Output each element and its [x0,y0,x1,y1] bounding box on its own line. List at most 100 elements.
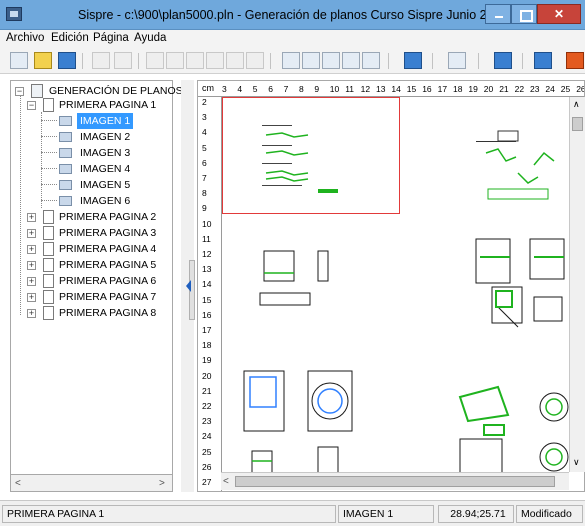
calendar-icon[interactable] [448,52,466,69]
image-icon [59,164,72,174]
tree-image-label: IMAGEN 1 [77,113,134,129]
menu-edicion[interactable]: Edición [51,32,89,44]
tree-panel[interactable]: − GENERACIÓN DE PLANOS − PRIMERA PAGINA … [10,80,183,492]
tree-image-label: IMAGEN 5 [80,179,131,191]
collapse-icon[interactable]: − [15,87,24,96]
drawing-canvas[interactable]: cm 3 4 5 6 7 8 9 10 11 12 13 14 15 16 17 18 19 20 21 22 23 24… [197,80,585,492]
export-icon[interactable] [342,52,360,69]
expand-icon[interactable]: + [27,293,36,302]
horizontal-scroll-thumb[interactable] [235,476,555,487]
paste-icon[interactable] [114,52,132,69]
tree-page-label: PRIMERA PAGINA 2 [59,211,157,223]
tree-image-4[interactable]: IMAGEN 4 [11,161,171,177]
new-doc-icon[interactable] [10,52,28,69]
text-icon[interactable] [186,52,204,69]
tree-image-5[interactable]: IMAGEN 5 [11,177,171,193]
tree-page-label: PRIMERA PAGINA 1 [59,99,157,111]
open-folder-icon[interactable] [34,52,52,69]
minimize-button[interactable] [485,4,511,24]
close-button[interactable]: ✕ [537,4,581,24]
expand-icon[interactable]: + [27,277,36,286]
expand-icon[interactable]: + [27,309,36,318]
color-icon[interactable] [534,52,552,69]
tree-page-label: PRIMERA PAGINA 8 [59,307,157,319]
toolbar-separator [432,53,433,69]
page-icon [43,306,54,320]
tree-image-label: IMAGEN 2 [80,131,131,143]
collapse-panel-icon[interactable] [186,280,191,292]
expand-icon[interactable]: + [27,261,36,270]
image-icon[interactable] [206,52,224,69]
menu-ayuda[interactable]: Ayuda [134,32,166,44]
menu-archivo[interactable]: Archivo [6,32,44,44]
page-icon [43,242,54,256]
toolbar [0,48,585,74]
undo-icon[interactable] [494,52,512,69]
expand-icon[interactable]: + [27,245,36,254]
window-title: Sispre - c:\900\plan5000.pln - Generació… [78,8,507,22]
tree-page-7[interactable]: + PRIMERA PAGINA 7 [11,289,171,305]
title-bar: Sispre - c:\900\plan5000.pln - Generació… [0,0,585,30]
tree-image-label: IMAGEN 4 [80,163,131,175]
planos-icon [31,84,43,98]
collapse-icon[interactable]: − [27,101,36,110]
document-icon[interactable] [146,52,164,69]
scroll-up-icon[interactable]: ∧ [573,99,580,110]
status-image: IMAGEN 1 [338,505,434,523]
menu-bar: Archivo Edición Página Ayuda [0,30,585,48]
tree-page-label: PRIMERA PAGINA 5 [59,259,157,271]
tree-image-1[interactable]: IMAGEN 1 [11,113,171,129]
scroll-left-icon[interactable]: < [223,476,229,487]
tree-page-6[interactable]: + PRIMERA PAGINA 6 [11,273,171,289]
tree-horizontal-scrollbar[interactable]: < > [10,474,173,492]
menu-pagina[interactable]: Página [93,32,129,44]
app-icon[interactable] [6,7,22,21]
save-icon[interactable] [58,52,76,69]
image-icon [59,196,72,206]
line-icon[interactable] [246,52,264,69]
exit-icon[interactable] [566,52,584,69]
tree-page-5[interactable]: + PRIMERA PAGINA 5 [11,257,171,273]
tree-image-2[interactable]: IMAGEN 2 [11,129,171,145]
zoom-icon[interactable] [282,52,300,69]
tree-image-3[interactable]: IMAGEN 3 [11,145,171,161]
page-icon [43,258,54,272]
toolbar-separator [82,53,83,69]
copy-icon[interactable] [92,52,110,69]
table-icon[interactable] [226,52,244,69]
tree-page-1[interactable]: − PRIMERA PAGINA 1 [11,97,171,113]
tree-root-label: GENERACIÓN DE PLANOS [49,85,183,97]
canvas-vertical-scrollbar[interactable]: ∧ ∨ [569,97,585,472]
tree-page-4[interactable]: + PRIMERA PAGINA 4 [11,241,171,257]
tree-page-8[interactable]: + PRIMERA PAGINA 8 [11,305,171,321]
scroll-right-icon[interactable]: > [159,478,165,489]
image-icon [59,116,72,126]
page-icon [43,226,54,240]
page-icon[interactable] [302,52,320,69]
vertical-scroll-thumb[interactable] [572,117,583,131]
help-icon[interactable] [404,52,422,69]
tree-page-label: PRIMERA PAGINA 4 [59,243,157,255]
scroll-down-icon[interactable]: ∨ [573,457,580,468]
layout-icon[interactable] [362,52,380,69]
status-coords: 28.94;25.71 [438,505,514,523]
expand-icon[interactable]: + [27,213,36,222]
scroll-left-icon[interactable]: < [15,478,21,489]
expand-icon[interactable]: + [27,229,36,238]
status-bar: PRIMERA PAGINA 1 IMAGEN 1 28.94;25.71 Mo… [0,500,585,526]
tree-page-3[interactable]: + PRIMERA PAGINA 3 [11,225,171,241]
status-page: PRIMERA PAGINA 1 [2,505,336,523]
tree-page-label: PRIMERA PAGINA 7 [59,291,157,303]
settings-icon[interactable] [166,52,184,69]
image-icon [59,180,72,190]
toolbar-separator [522,53,523,69]
toolbar-separator [478,53,479,69]
print-icon[interactable] [322,52,340,69]
tree-page-label: PRIMERA PAGINA 6 [59,275,157,287]
tree-image-6[interactable]: IMAGEN 6 [11,193,171,209]
image-icon [59,132,72,142]
canvas-horizontal-scrollbar[interactable]: < [221,472,569,490]
maximize-button[interactable] [511,4,537,24]
tree-page-2[interactable]: + PRIMERA PAGINA 2 [11,209,171,225]
tree-image-label: IMAGEN 6 [80,195,131,207]
